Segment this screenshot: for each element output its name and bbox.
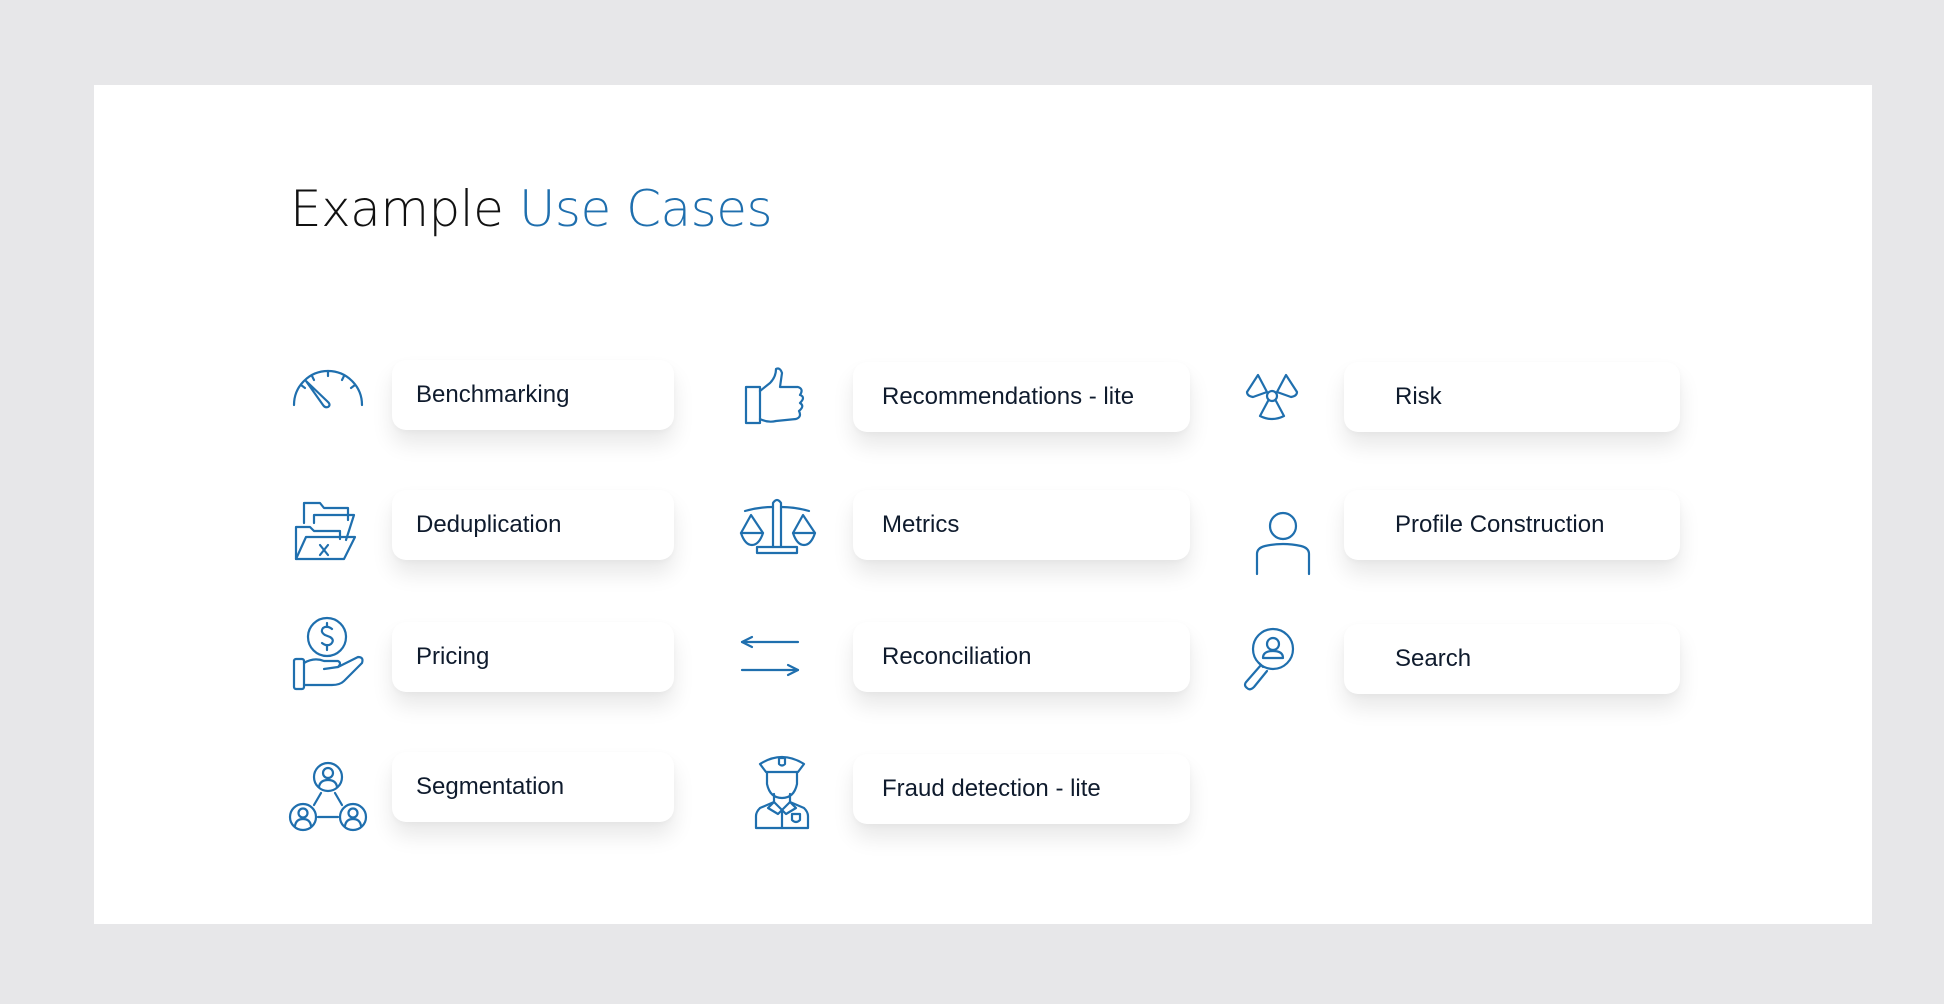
use-case-label: Reconciliation [882,643,1032,670]
use-case-card-deduplication[interactable]: Deduplication [392,490,674,560]
use-case-card-reconciliation[interactable]: Reconciliation [853,622,1190,692]
hand-dollar-icon [290,615,370,695]
use-case-card-profile-construction[interactable]: Profile Construction [1344,490,1680,560]
use-case-label: Pricing [416,643,490,670]
use-case-label: Recommendations - lite [882,383,1135,410]
use-case-label: Search [1395,645,1472,672]
user-network-icon [288,755,368,835]
use-case-label: Fraud detection - lite [882,775,1101,802]
folders-x-icon [290,495,370,575]
use-case-label: Profile Construction [1395,511,1605,538]
use-case-card-recommendations-lite[interactable]: Recommendations - lite [853,362,1190,432]
balance-scale-icon [737,495,817,575]
page-title: Example Use Cases [290,180,773,238]
use-case-card-benchmarking[interactable]: Benchmarking [392,360,674,430]
use-case-card-fraud-detection-lite[interactable]: Fraud detection - lite [853,754,1190,824]
use-case-label: Segmentation [416,773,565,800]
speedometer-icon [288,355,368,435]
use-case-card-risk[interactable]: Risk [1344,362,1680,432]
use-case-label: Deduplication [416,511,562,538]
swap-arrows-icon [738,622,818,702]
use-case-card-metrics[interactable]: Metrics [853,490,1190,560]
title-accent: Use Cases [518,180,773,238]
radiation-icon [1245,370,1325,450]
title-prefix: Example [290,180,504,238]
use-case-label: Metrics [882,511,960,538]
user-search-icon [1237,625,1317,705]
use-case-card-search[interactable]: Search [1344,624,1680,694]
thumbs-up-icon [740,365,820,445]
use-case-card-pricing[interactable]: Pricing [392,622,674,692]
use-case-card-segmentation[interactable]: Segmentation [392,752,674,822]
use-case-label: Benchmarking [416,381,570,408]
police-officer-icon [752,750,832,830]
user-profile-icon [1253,510,1333,590]
use-case-label: Risk [1395,383,1442,410]
